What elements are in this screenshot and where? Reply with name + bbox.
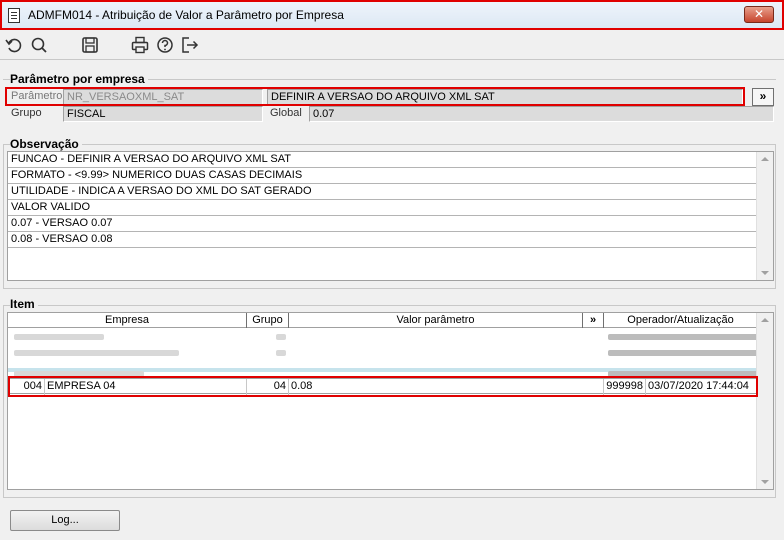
global-label: Global xyxy=(270,107,302,119)
observacao-line: FORMATO - <9.99> NUMERICO DUAS CASAS DEC… xyxy=(8,168,756,184)
close-button[interactable]: ✕ xyxy=(744,6,774,23)
parametro-group-title: Parâmetro por empresa xyxy=(10,72,148,86)
observacao-group-title: Observação xyxy=(10,137,82,151)
item-grid-scrollbar[interactable] xyxy=(756,313,773,489)
cell-grupo: 04 xyxy=(247,379,289,395)
redacted-text xyxy=(608,334,758,340)
help-icon[interactable] xyxy=(155,35,175,55)
observacao-line: VALOR VALIDO xyxy=(8,200,756,216)
save-icon[interactable] xyxy=(80,35,100,55)
col-header-more-button[interactable]: » xyxy=(583,313,604,328)
cell-operador: 999998 xyxy=(604,379,646,395)
grupo-label: Grupo xyxy=(11,107,42,119)
scroll-up-icon[interactable] xyxy=(761,318,769,322)
grid-header: Empresa Grupo Valor parâmetro » Operador… xyxy=(8,313,768,328)
observacao-line: UTILIDADE - INDICA A VERSAO DO XML DO SA… xyxy=(8,184,756,200)
item-grid[interactable]: Empresa Grupo Valor parâmetro » Operador… xyxy=(7,312,774,490)
exit-icon[interactable] xyxy=(180,35,200,55)
scroll-up-icon[interactable] xyxy=(761,157,769,161)
cell-valor[interactable]: 0.08 xyxy=(289,379,604,395)
global-field[interactable]: 0.07 xyxy=(309,106,774,122)
search-icon[interactable] xyxy=(29,35,49,55)
log-button[interactable]: Log... xyxy=(10,510,120,531)
cell-codigo: 004 xyxy=(8,379,45,395)
redacted-text xyxy=(14,371,144,377)
parametro-label: Parâmetro xyxy=(11,90,63,102)
parametro-field[interactable]: NR_VERSAOXML_SAT xyxy=(63,89,263,105)
title-bar: ADMFM014 - Atribuição de Valor a Parâmet… xyxy=(0,0,784,30)
main-content: Parâmetro por empresa Parâmetro NR_VERSA… xyxy=(0,61,784,540)
redacted-text xyxy=(608,371,758,377)
redacted-text xyxy=(276,350,286,356)
redacted-text xyxy=(276,334,286,340)
toolbar xyxy=(0,30,784,60)
scroll-down-icon[interactable] xyxy=(761,480,769,484)
observacao-line: FUNCAO - DEFINIR A VERSAO DO ARQUIVO XML… xyxy=(8,152,756,168)
observacao-line: 0.07 - VERSAO 0.07 xyxy=(8,216,756,232)
cell-atualizacao: 03/07/2020 17:44:04 xyxy=(648,380,749,392)
col-header-empresa[interactable]: Empresa xyxy=(8,313,247,328)
parametro-more-button[interactable]: » xyxy=(752,88,774,106)
refresh-icon[interactable] xyxy=(4,35,24,55)
col-header-operador[interactable]: Operador/Atualização xyxy=(604,313,758,328)
document-icon xyxy=(8,7,20,23)
observacao-line: 0.08 - VERSAO 0.08 xyxy=(8,232,756,248)
table-row[interactable] xyxy=(8,361,768,377)
grupo-field[interactable]: FISCAL xyxy=(63,106,263,122)
window-title: ADMFM014 - Atribuição de Valor a Parâmet… xyxy=(28,8,344,22)
item-group-title: Item xyxy=(10,297,38,311)
table-row-selected[interactable]: 004 EMPRESA 04 04 0.08 999998 03/07/2020… xyxy=(8,378,768,395)
parametro-description-field[interactable]: DEFINIR A VERSAO DO ARQUIVO XML SAT xyxy=(267,89,743,105)
table-row[interactable] xyxy=(8,345,768,361)
scroll-down-icon[interactable] xyxy=(761,271,769,275)
redacted-text xyxy=(14,334,104,340)
cell-empresa: EMPRESA 04 xyxy=(45,379,247,395)
observacao-scrollbar[interactable] xyxy=(756,152,773,280)
col-header-grupo[interactable]: Grupo xyxy=(247,313,289,328)
redacted-text xyxy=(14,350,179,356)
table-row[interactable] xyxy=(8,329,768,345)
col-header-valor[interactable]: Valor parâmetro xyxy=(289,313,583,328)
redacted-text xyxy=(608,350,758,356)
print-icon[interactable] xyxy=(130,35,150,55)
observacao-list[interactable]: FUNCAO - DEFINIR A VERSAO DO ARQUIVO XML… xyxy=(7,151,774,281)
